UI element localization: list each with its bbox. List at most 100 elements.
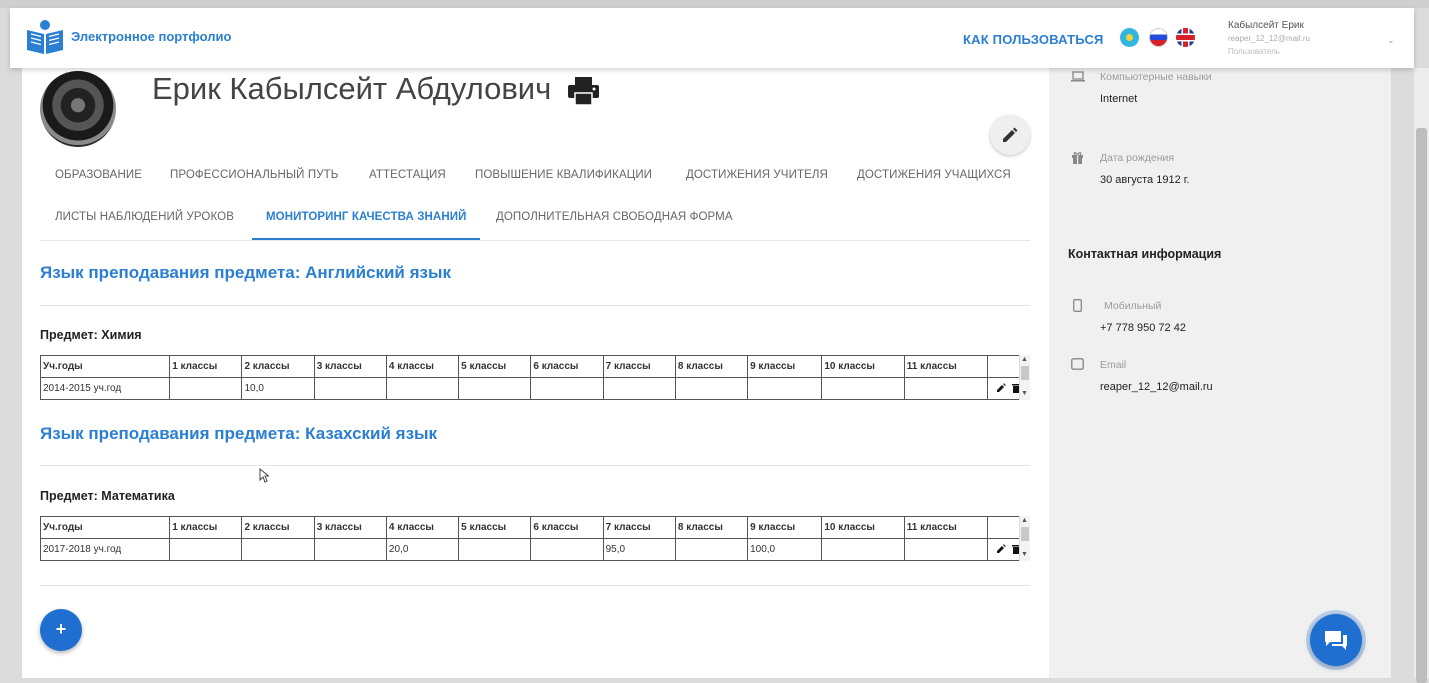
- tab-qualification[interactable]: ПОВЫШЕНИЕ КВАЛИФИКАЦИИ: [475, 169, 652, 181]
- col-header: 1 классы: [169, 516, 243, 539]
- col-header: 4 классы: [385, 516, 460, 539]
- user-role: Пользователь: [1228, 47, 1280, 56]
- subject-label: Предмет: Математика: [40, 489, 175, 503]
- tab-free-form[interactable]: ДОПОЛНИТЕЛЬНАЯ СВОБОДНАЯ ФОРМА: [496, 211, 733, 223]
- add-button[interactable]: +: [40, 609, 82, 651]
- tab-teacher-achievements[interactable]: ДОСТИЖЕНИЯ УЧИТЕЛЯ: [686, 169, 828, 181]
- col-header: 3 классы: [313, 516, 387, 539]
- mobile-phone-icon: [1073, 299, 1082, 312]
- col-header: 6 классы: [530, 516, 604, 539]
- tab-professional-path[interactable]: ПРОФЕССИОНАЛЬНЫЙ ПУТЬ: [170, 169, 338, 181]
- table-cell: [821, 377, 905, 400]
- table-cell: [530, 538, 604, 561]
- col-header: 11 классы: [903, 516, 989, 539]
- col-header: 11 классы: [903, 355, 989, 378]
- quality-table: Уч.годы 1 классы 2 классы 3 классы 4 кла…: [39, 516, 1029, 561]
- table-cell: [169, 377, 243, 400]
- table-cell: 20,0: [385, 538, 460, 561]
- browser-strip: [0, 0, 1429, 8]
- contact-heading: Контактная информация: [1068, 247, 1222, 261]
- col-header: 9 классы: [747, 355, 823, 378]
- table-cell: [169, 538, 243, 561]
- table-cell: 95,0: [602, 538, 676, 561]
- section-divider: [40, 465, 1030, 466]
- person-full-name: Ерик Кабылсейт Абдулович: [152, 71, 552, 106]
- ru-flag-icon[interactable]: [1149, 28, 1168, 47]
- section-title: Язык преподавания предмета: Английский я…: [40, 263, 451, 282]
- profile-card: Ерик Кабылсейт Абдулович ОБРАЗОВАНИЕ ПРО…: [22, 68, 1049, 678]
- user-menu-chevron-down-icon[interactable]: ⌄: [1387, 35, 1395, 46]
- user-name[interactable]: Кабылсейт Ерик: [1228, 20, 1304, 31]
- tab-lesson-observation[interactable]: ЛИСТЫ НАБЛЮДЕНИЙ УРОКОВ: [55, 211, 234, 223]
- tab-education[interactable]: ОБРАЗОВАНИЕ: [55, 169, 142, 181]
- gb-flag-icon[interactable]: [1176, 28, 1195, 47]
- table-header-row: Уч.годы 1 классы 2 классы 3 классы 4 кла…: [39, 516, 1029, 539]
- edit-profile-button[interactable]: [990, 115, 1030, 155]
- table-row: 2014-2015 уч.год 10,0: [39, 377, 1029, 400]
- pencil-icon[interactable]: [996, 544, 1006, 554]
- table-cell: [602, 377, 676, 400]
- page-scrollbar[interactable]: [1414, 68, 1429, 683]
- profile-sidebar: Компьютерные навыки Internet Дата рожден…: [1049, 68, 1391, 678]
- email-value[interactable]: reaper_12_12@mail.ru: [1100, 381, 1213, 393]
- table-cell: [313, 538, 387, 561]
- col-header: 7 классы: [602, 355, 676, 378]
- tab-attestation[interactable]: АТТЕСТАЦИЯ: [369, 169, 446, 181]
- table-cell: [458, 377, 532, 400]
- table-cell: 2014-2015 уч.год: [39, 377, 171, 400]
- table-header-row: Уч.годы 1 классы 2 классы 3 классы 4 кла…: [39, 355, 1029, 378]
- subject-label: Предмет: Химия: [40, 328, 142, 342]
- print-icon[interactable]: [567, 76, 600, 106]
- app-header: Электронное портфолио КАК ПОЛЬЗОВАТЬСЯ К…: [10, 8, 1414, 68]
- email-label: Email: [1100, 359, 1127, 371]
- col-header: 9 классы: [747, 516, 823, 539]
- skills-label: Компьютерные навыки: [1100, 71, 1212, 83]
- laptop-icon: [1071, 71, 1085, 82]
- col-header: 8 классы: [674, 516, 749, 539]
- pencil-icon: [1003, 127, 1018, 142]
- table-cell: [385, 377, 460, 400]
- mouse-cursor-icon: [259, 468, 269, 483]
- how-to-link[interactable]: КАК ПОЛЬЗОВАТЬСЯ: [963, 32, 1104, 47]
- table-cell: [903, 377, 989, 400]
- mobile-value[interactable]: +7 778 950 72 42: [1100, 322, 1186, 334]
- section-divider: [40, 305, 1030, 306]
- col-header: Уч.годы: [39, 516, 171, 539]
- table-row: 2017-2018 уч.год 20,0 95,0 100,0: [39, 538, 1029, 561]
- book-logo-icon[interactable]: [24, 18, 66, 56]
- tabs-divider: [40, 240, 1030, 241]
- col-header: 8 классы: [674, 355, 749, 378]
- section-title: Язык преподавания предмета: Казахский яз…: [40, 424, 438, 443]
- col-header: 4 классы: [385, 355, 460, 378]
- skills-value: Internet: [1100, 93, 1138, 105]
- table-cell: 100,0: [747, 538, 823, 561]
- col-header: 1 классы: [169, 355, 243, 378]
- tab-knowledge-monitoring[interactable]: МОНИТОРИНГ КАЧЕСТВА ЗНАНИЙ: [266, 211, 466, 223]
- table-cell: [674, 538, 749, 561]
- tab-student-achievements[interactable]: ДОСТИЖЕНИЯ УЧАЩИХСЯ: [857, 169, 1011, 181]
- page-scrollbar-thumb[interactable]: [1416, 128, 1427, 683]
- brand-title[interactable]: Электронное портфолио: [71, 29, 231, 44]
- table-cell: 10,0: [241, 377, 315, 400]
- birth-date-label: Дата рождения: [1100, 152, 1175, 164]
- mobile-label: Мобильный: [1104, 300, 1162, 312]
- table-cell: [530, 377, 604, 400]
- gift-icon: [1072, 152, 1083, 164]
- col-header: Уч.годы: [39, 355, 171, 378]
- table-scrollbar[interactable]: ▲ ▼: [1019, 516, 1030, 561]
- pencil-icon[interactable]: [996, 383, 1006, 393]
- table-cell: [313, 377, 387, 400]
- table-cell: [674, 377, 749, 400]
- kz-flag-icon[interactable]: [1120, 28, 1139, 47]
- table-scrollbar[interactable]: ▲ ▼: [1019, 355, 1030, 400]
- col-header: 5 классы: [458, 516, 532, 539]
- email-icon: [1071, 358, 1084, 370]
- table-cell: [903, 538, 989, 561]
- user-email: reaper_12_12@mail.ru: [1228, 34, 1310, 43]
- table-cell: [458, 538, 532, 561]
- chat-button[interactable]: [1310, 614, 1362, 666]
- col-header: 10 классы: [821, 355, 905, 378]
- quality-table: Уч.годы 1 классы 2 классы 3 классы 4 кла…: [39, 355, 1029, 400]
- col-header: 5 классы: [458, 355, 532, 378]
- col-header: 6 классы: [530, 355, 604, 378]
